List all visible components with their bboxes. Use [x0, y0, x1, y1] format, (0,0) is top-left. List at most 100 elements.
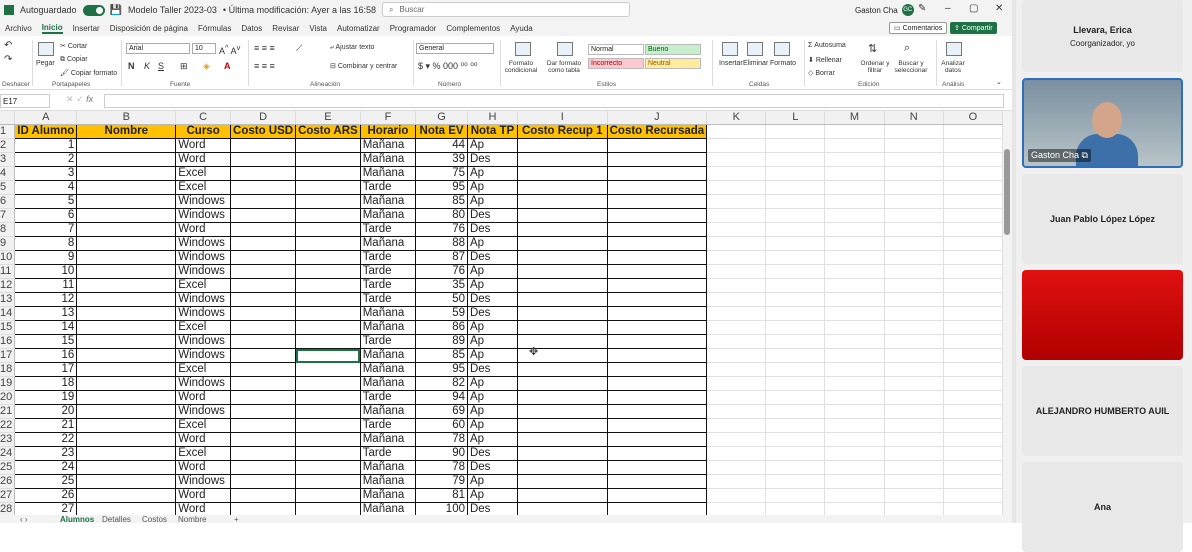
cell[interactable]: 11 — [14, 278, 78, 293]
cell[interactable]: Excel — [175, 180, 232, 195]
cell[interactable] — [884, 250, 944, 265]
style-normal[interactable]: Normal — [588, 44, 644, 55]
cell[interactable] — [824, 124, 885, 139]
cell[interactable]: 12 — [14, 292, 78, 307]
cell[interactable] — [824, 236, 885, 251]
column-header[interactable]: H — [467, 111, 518, 125]
share-button[interactable]: ⇪ Compartir — [950, 22, 997, 34]
cell[interactable]: Mañana — [359, 488, 417, 503]
cell[interactable] — [606, 292, 708, 307]
table-format-icon[interactable] — [557, 42, 573, 56]
table-format-button[interactable]: Dar formato como tabla — [544, 60, 584, 74]
cell[interactable]: 1 — [14, 138, 78, 153]
cell[interactable]: Tarde — [359, 446, 417, 461]
cell[interactable] — [76, 236, 177, 251]
delete-cells-icon[interactable] — [747, 42, 763, 56]
cell[interactable] — [884, 432, 944, 447]
row-header[interactable]: 8 — [0, 222, 16, 237]
cell[interactable]: 88 — [415, 236, 468, 251]
cell[interactable]: 26 — [14, 488, 78, 503]
cell[interactable] — [295, 138, 361, 153]
cell[interactable] — [706, 306, 767, 321]
cell[interactable] — [943, 362, 1003, 377]
column-header[interactable]: N — [884, 111, 944, 125]
cell[interactable] — [943, 460, 1003, 475]
cell[interactable]: Des — [466, 306, 518, 321]
cell[interactable]: Ap — [466, 376, 518, 391]
cell[interactable]: Tarde — [359, 250, 417, 265]
cell[interactable] — [76, 362, 177, 377]
cell[interactable]: 95 — [415, 362, 468, 377]
cell[interactable] — [943, 138, 1003, 153]
cell[interactable] — [230, 292, 297, 307]
cell[interactable]: Word — [175, 222, 232, 237]
cell[interactable] — [943, 432, 1003, 447]
cell[interactable] — [76, 488, 177, 503]
cell[interactable]: Ap — [466, 488, 518, 503]
cell[interactable]: Tarde — [359, 222, 417, 237]
cell[interactable] — [765, 278, 826, 293]
cell[interactable]: 21 — [14, 418, 78, 433]
cell[interactable] — [706, 390, 767, 405]
cell[interactable]: Windows — [175, 264, 232, 279]
cell[interactable] — [230, 362, 297, 377]
tab-nombre[interactable]: Nombre — [178, 515, 206, 523]
cell[interactable]: 14 — [14, 320, 78, 335]
cell[interactable]: Windows — [175, 334, 232, 349]
cell[interactable]: 3 — [14, 166, 78, 181]
cell[interactable]: 27 — [14, 502, 78, 515]
row-header[interactable]: 20 — [0, 390, 16, 405]
cell[interactable] — [943, 404, 1003, 419]
cell[interactable] — [943, 446, 1003, 461]
row-header[interactable]: 24 — [0, 446, 16, 461]
cell[interactable]: 35 — [415, 278, 468, 293]
cell[interactable] — [706, 320, 767, 335]
column-header[interactable]: I — [517, 111, 608, 125]
cell[interactable]: 19 — [14, 390, 78, 405]
cell[interactable]: Excel — [175, 446, 232, 461]
cell[interactable]: 6 — [14, 208, 78, 223]
cell[interactable] — [884, 418, 944, 433]
analyze-data-icon[interactable] — [946, 42, 962, 56]
cell[interactable] — [230, 502, 297, 515]
cell[interactable]: Ap — [466, 334, 518, 349]
cell[interactable]: Word — [175, 432, 232, 447]
row-header[interactable]: 22 — [0, 418, 16, 433]
cell[interactable] — [76, 264, 177, 279]
cell[interactable]: 94 — [415, 390, 468, 405]
cell[interactable]: Des — [466, 250, 518, 265]
menu-inicio[interactable]: Inicio — [41, 23, 63, 34]
row-header[interactable]: 18 — [0, 362, 16, 377]
cell[interactable] — [943, 222, 1003, 237]
row-header[interactable]: 10 — [0, 250, 16, 265]
menu-archivo[interactable]: Archivo — [5, 24, 32, 33]
paste-button[interactable]: Pegar — [36, 60, 55, 67]
cell[interactable] — [76, 446, 177, 461]
cell[interactable] — [230, 152, 297, 167]
cell[interactable] — [606, 418, 708, 433]
cell[interactable]: 79 — [415, 474, 468, 489]
cell[interactable]: Tarde — [359, 264, 417, 279]
cell[interactable]: Ap — [466, 236, 518, 251]
tab-alumnos[interactable]: Alumnos — [60, 515, 94, 523]
cell[interactable]: Ap — [466, 418, 518, 433]
cell[interactable] — [943, 236, 1003, 251]
cell[interactable] — [943, 194, 1003, 209]
cell[interactable]: Mañana — [359, 138, 417, 153]
cell[interactable] — [295, 152, 361, 167]
cell[interactable]: Ap — [466, 180, 518, 195]
cell[interactable] — [765, 152, 826, 167]
cell[interactable] — [824, 138, 885, 153]
cell[interactable] — [824, 320, 885, 335]
cell[interactable] — [765, 334, 826, 349]
cell[interactable] — [943, 306, 1003, 321]
cell[interactable] — [516, 502, 608, 515]
cell[interactable] — [230, 474, 297, 489]
cell[interactable]: 4 — [14, 180, 78, 195]
column-header[interactable]: D — [230, 111, 297, 125]
cell[interactable] — [76, 306, 177, 321]
cell[interactable]: Windows — [175, 306, 232, 321]
user-account[interactable]: Gaston Cha GC — [855, 4, 914, 16]
cell[interactable] — [824, 502, 885, 515]
cell[interactable] — [516, 404, 608, 419]
